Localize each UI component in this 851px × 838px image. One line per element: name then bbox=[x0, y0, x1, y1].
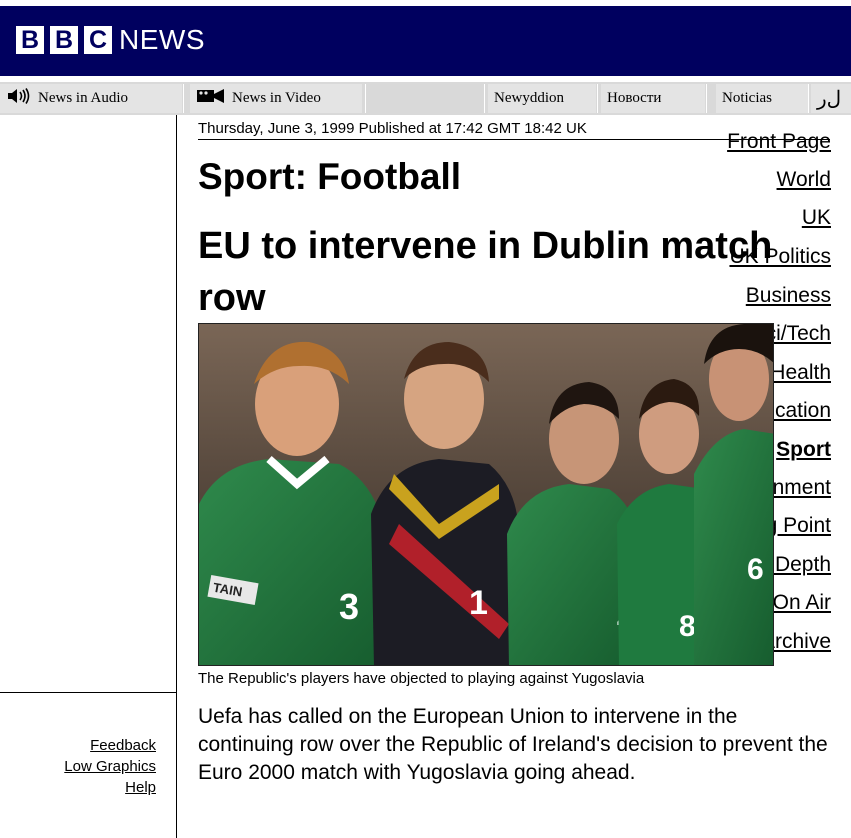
video-camera-icon bbox=[196, 89, 228, 108]
logo-letter-c: C bbox=[84, 26, 112, 54]
article-dateline: Thursday, June 3, 1999 Published at 17:4… bbox=[198, 120, 587, 137]
top-toolbar: News in Audio News in Video Newyddion Но… bbox=[0, 82, 851, 115]
toolbar-divider bbox=[484, 84, 485, 113]
toolbar-divider bbox=[706, 84, 707, 113]
video-label: News in Video bbox=[232, 90, 321, 106]
toolbar-divider bbox=[808, 84, 809, 113]
lang-welsh-link[interactable]: Newyddion bbox=[488, 84, 596, 113]
nav-divider bbox=[0, 692, 176, 693]
shirt-number: 3 bbox=[339, 586, 359, 627]
football-players-photo: TAIN 3 1 4 8 6 bbox=[199, 324, 773, 665]
section-title: Sport: Football bbox=[198, 156, 462, 197]
toolbar-divider bbox=[183, 84, 184, 113]
lang-russian-label: Новости bbox=[607, 90, 662, 106]
lang-arabic-link[interactable]: ﻝﺭ bbox=[811, 84, 851, 113]
lang-spanish-link[interactable]: Noticias bbox=[716, 84, 808, 113]
shirt-number: 6 bbox=[747, 553, 764, 586]
toolbar-divider bbox=[597, 84, 598, 113]
nav-health[interactable]: Health bbox=[770, 361, 831, 385]
nav-front-page[interactable]: Front Page bbox=[727, 130, 831, 154]
column-divider bbox=[176, 115, 177, 838]
lang-arabic-label: ﻝﺭ bbox=[817, 88, 842, 110]
feedback-link[interactable]: Feedback bbox=[90, 738, 156, 754]
speaker-icon bbox=[6, 88, 34, 109]
low-graphics-link[interactable]: Low Graphics bbox=[64, 759, 156, 775]
dateline-rule bbox=[198, 139, 830, 140]
article-body: Uefa has called on the European Union to… bbox=[198, 705, 828, 784]
toolbar-spacer bbox=[372, 84, 482, 113]
bbc-news-logo[interactable]: B B C NEWS bbox=[16, 26, 205, 54]
article-photo: TAIN 3 1 4 8 6 bbox=[198, 323, 774, 666]
shirt-number: 1 bbox=[469, 584, 488, 622]
photo-caption: The Republic's players have objected to … bbox=[198, 670, 645, 687]
logo-word-news: NEWS bbox=[119, 24, 205, 55]
nav-sport[interactable]: Sport bbox=[776, 438, 831, 462]
lang-russian-link[interactable]: Новости bbox=[601, 84, 705, 113]
audio-label: News in Audio bbox=[38, 90, 128, 106]
lang-spanish-label: Noticias bbox=[722, 90, 772, 106]
news-in-audio-link[interactable]: News in Audio bbox=[0, 84, 182, 113]
header-banner: B B C NEWS bbox=[0, 6, 851, 76]
article-headline: EU to intervene in Dublin match row bbox=[198, 225, 773, 319]
shirt-number: 8 bbox=[679, 610, 696, 643]
nav-world[interactable]: World bbox=[777, 168, 831, 192]
logo-letter-b2: B bbox=[50, 26, 78, 54]
help-link[interactable]: Help bbox=[125, 780, 156, 796]
logo-letter-b1: B bbox=[16, 26, 44, 54]
lang-welsh-label: Newyddion bbox=[494, 90, 564, 106]
toolbar-divider bbox=[365, 84, 366, 113]
nav-on-air[interactable]: On Air bbox=[773, 591, 831, 615]
news-in-video-link[interactable]: News in Video bbox=[190, 84, 362, 113]
